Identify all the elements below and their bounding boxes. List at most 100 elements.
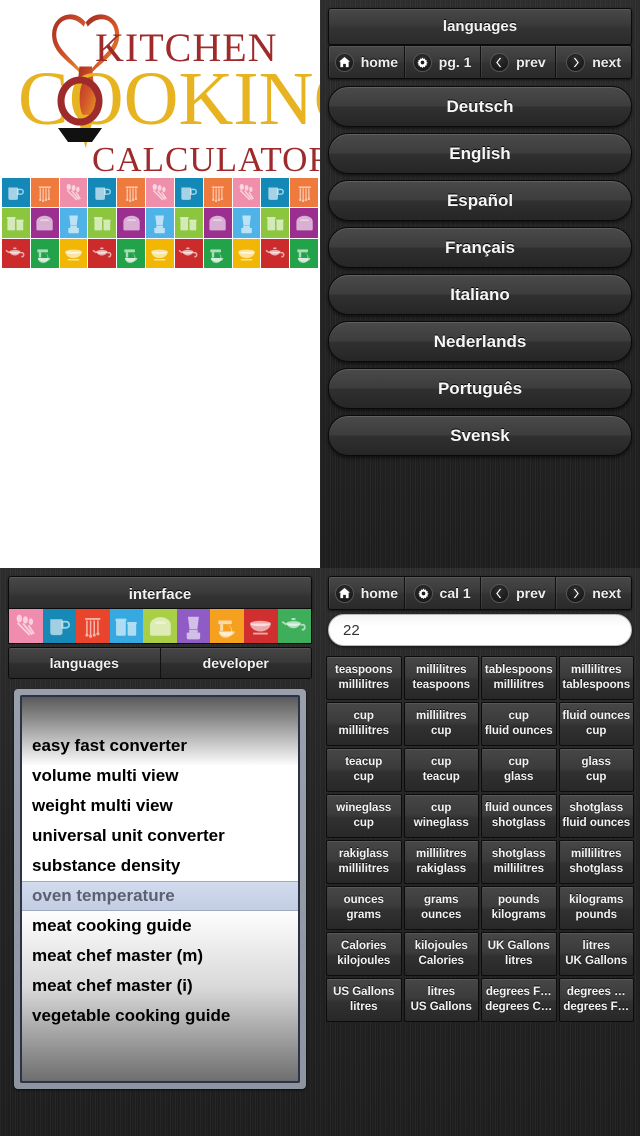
interface-icon-measuring-cup-icon[interactable] <box>42 609 77 643</box>
languages-navbar: home pg. 1 prev next <box>328 45 632 79</box>
interface-icon-teapot-icon[interactable] <box>277 609 311 643</box>
interface-icon-toaster-icon[interactable] <box>143 609 177 643</box>
conversion-cell-23[interactable]: kilograms pounds <box>558 886 634 930</box>
conversion-cell-17[interactable]: millilitres rakiglass <box>403 840 479 884</box>
conversion-cell-8[interactable]: teacup cup <box>326 748 402 792</box>
interface-icon-blender-icon[interactable] <box>176 609 211 643</box>
conversion-cell-22[interactable]: pounds kilograms <box>481 886 557 930</box>
conversion-cell-7[interactable]: fluid ounces cup <box>558 702 634 746</box>
conversion-cell-13[interactable]: cup wineglass <box>403 794 479 838</box>
gear-icon <box>412 52 432 72</box>
conversion-cell-18[interactable]: shotglass millilitres <box>481 840 557 884</box>
conversion-from: millilitres <box>416 710 467 722</box>
conversion-to: cup <box>586 771 607 783</box>
calculator-nav-prev-button[interactable]: prev <box>481 577 557 609</box>
calculator-nav-home-button[interactable]: home <box>329 577 405 609</box>
language-button-1[interactable]: English <box>328 133 632 174</box>
conversion-cell-25[interactable]: kilojoules Calories <box>403 932 479 976</box>
conversion-cell-10[interactable]: cup glass <box>481 748 557 792</box>
conversion-cell-21[interactable]: grams ounces <box>403 886 479 930</box>
kitchen-icon-tile <box>261 238 290 268</box>
picker-item-label: oven temperature <box>32 886 175 905</box>
conversion-cell-14[interactable]: fluid ounces shotglass <box>481 794 557 838</box>
kitchen-icon-tile <box>59 208 88 238</box>
interface-icon-canisters-icon[interactable] <box>109 609 144 643</box>
language-button-0[interactable]: Deutsch <box>328 86 632 127</box>
nav-button-label: next <box>592 54 622 70</box>
conversion-cell-0[interactable]: teaspoons millilitres <box>326 656 402 700</box>
picker-item-4[interactable]: substance density <box>22 851 298 881</box>
languages-nav-pg-1-button[interactable]: pg. 1 <box>405 46 481 78</box>
picker-item-6[interactable]: meat cooking guide <box>22 911 298 941</box>
conversion-cell-2[interactable]: tablespoons millilitres <box>481 656 557 700</box>
conversion-to: litres <box>505 955 533 967</box>
kitchen-icon-tile <box>146 208 174 238</box>
language-button-5[interactable]: Nederlands <box>328 321 632 362</box>
languages-nav-prev-button[interactable]: prev <box>481 46 557 78</box>
picker-item-7[interactable]: meat chef master (m) <box>22 941 298 971</box>
view-picker[interactable]: easy fast converter volume multi view weig… <box>14 689 306 1089</box>
conversion-cell-9[interactable]: cup teacup <box>403 748 479 792</box>
interface-icon-strip <box>8 608 312 644</box>
picker-item-9[interactable]: vegetable cooking guide <box>22 1001 298 1031</box>
conversion-cell-31[interactable]: degrees … degrees F… <box>558 978 634 1022</box>
conversion-cell-26[interactable]: UK Gallons litres <box>481 932 557 976</box>
conversion-cell-30[interactable]: degrees F… degrees C… <box>481 978 557 1022</box>
conversion-to: degrees F… <box>563 1001 630 1013</box>
kitchen-icon-tile <box>30 208 59 238</box>
conversion-cell-15[interactable]: shotglass fluid ounces <box>558 794 634 838</box>
picker-item-5[interactable]: oven temperature <box>22 881 298 911</box>
language-button-2[interactable]: Español <box>328 180 632 221</box>
languages-nav-home-button[interactable]: home <box>329 46 405 78</box>
tab-languages[interactable]: languages <box>9 648 161 678</box>
conversion-from: fluid ounces <box>484 802 553 814</box>
tab-developer[interactable]: developer <box>161 648 312 678</box>
picker-item-0[interactable]: easy fast converter <box>22 731 298 761</box>
interface-icon-mixer-icon[interactable] <box>210 609 244 643</box>
conversion-cell-19[interactable]: millilitres shotglass <box>558 840 634 884</box>
interface-icon-bowl-icon[interactable] <box>243 609 278 643</box>
conversion-to: US Gallons <box>410 1001 472 1013</box>
conversion-cell-1[interactable]: millilitres teaspoons <box>403 656 479 700</box>
picker-item-3[interactable]: universal unit converter <box>22 821 298 851</box>
language-button-7[interactable]: Svensk <box>328 415 632 456</box>
conversion-cell-5[interactable]: millilitres cup <box>403 702 479 746</box>
picker-item-1[interactable]: volume multi view <box>22 761 298 791</box>
language-button-4[interactable]: Italiano <box>328 274 632 315</box>
kitchen-icon-grid <box>2 178 318 268</box>
picker-item-label: weight multi view <box>32 796 173 815</box>
languages-nav-next-button[interactable]: next <box>556 46 631 78</box>
conversion-from: litres <box>582 940 611 952</box>
value-input-text: 22 <box>343 621 360 639</box>
picker-item-8[interactable]: meat chef master (i) <box>22 971 298 1001</box>
conversion-cell-29[interactable]: litres US Gallons <box>403 978 479 1022</box>
conversion-cell-24[interactable]: Calories kilojoules <box>326 932 402 976</box>
conversion-cell-11[interactable]: glass cup <box>558 748 634 792</box>
conversion-from: cup <box>508 710 529 722</box>
value-input[interactable]: 22 <box>328 614 632 646</box>
conversion-to: cup <box>586 725 607 737</box>
conversion-cell-6[interactable]: cup fluid ounces <box>481 702 557 746</box>
chevron-left-icon <box>490 52 510 72</box>
interface-icon-utensils-icon[interactable] <box>76 609 110 643</box>
calculator-nav-cal-1-button[interactable]: cal 1 <box>405 577 481 609</box>
conversion-to: wineglass <box>413 817 469 829</box>
interface-icon-whisk-icon[interactable] <box>9 609 43 643</box>
picker-item-label: substance density <box>32 856 181 875</box>
conversion-cell-3[interactable]: millilitres tablespoons <box>558 656 634 700</box>
conversion-cell-27[interactable]: litres UK Gallons <box>558 932 634 976</box>
svg-text:CALCULATOR: CALCULATOR <box>92 140 320 179</box>
language-button-3[interactable]: Français <box>328 227 632 268</box>
picker-item-2[interactable]: weight multi view <box>22 791 298 821</box>
picker-item-label: volume multi view <box>32 766 179 785</box>
conversion-cell-4[interactable]: cup millilitres <box>326 702 402 746</box>
conversion-cell-28[interactable]: US Gallons litres <box>326 978 402 1022</box>
conversion-cell-12[interactable]: wineglass cup <box>326 794 402 838</box>
conversion-cell-20[interactable]: ounces grams <box>326 886 402 930</box>
nav-button-label: next <box>592 585 622 601</box>
language-button-6[interactable]: Português <box>328 368 632 409</box>
view-picker-list[interactable]: easy fast converter volume multi view weig… <box>20 695 300 1083</box>
conversion-to: cup <box>353 817 374 829</box>
conversion-cell-16[interactable]: rakiglass millilitres <box>326 840 402 884</box>
calculator-nav-next-button[interactable]: next <box>556 577 631 609</box>
